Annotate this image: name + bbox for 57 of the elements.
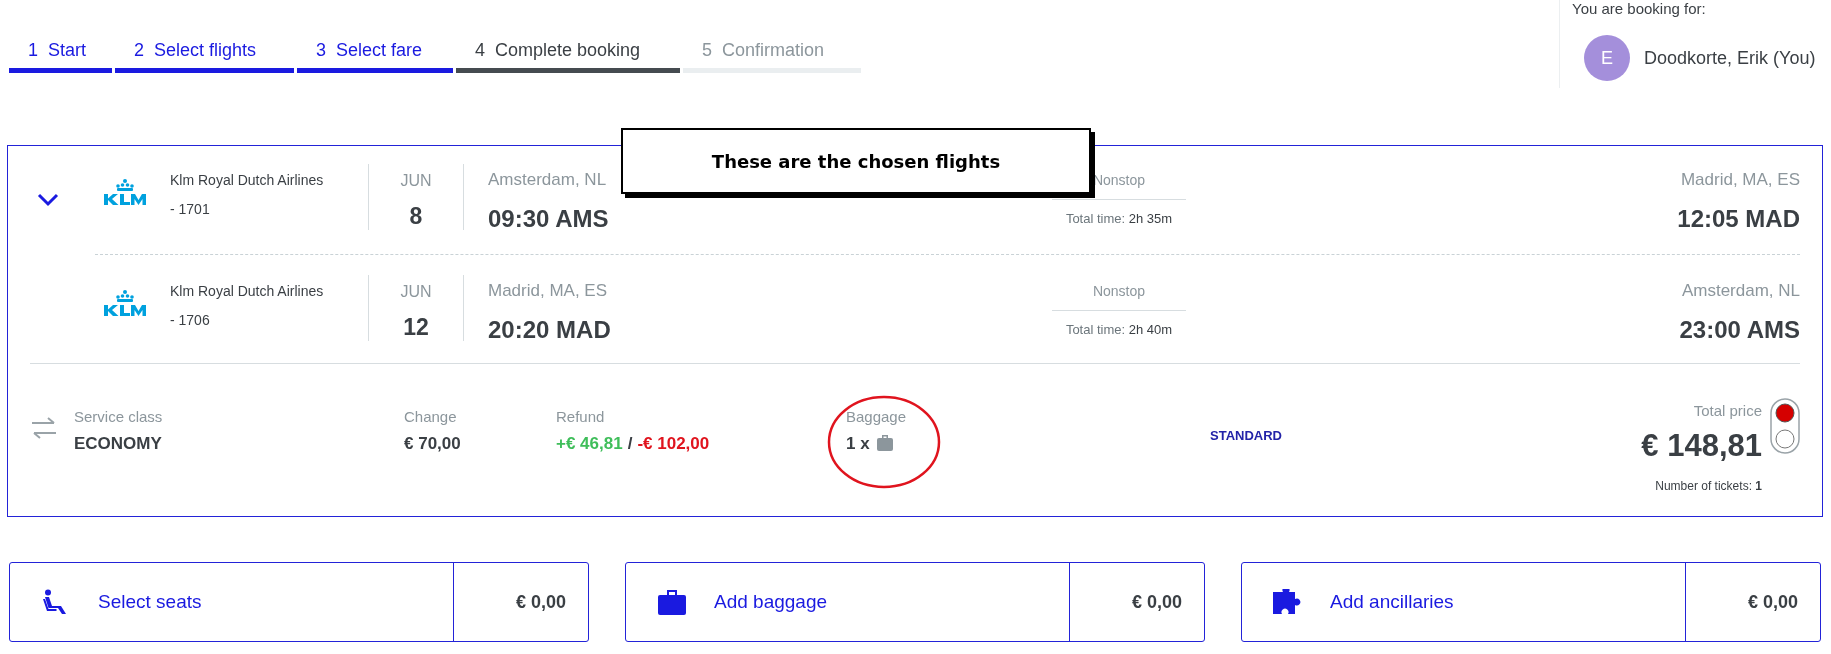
service-class: ECONOMY (74, 432, 163, 455)
suitcase-icon (657, 588, 687, 616)
total-time: Total time: 2h 35m (1065, 210, 1173, 228)
flight-number: - 1701 (170, 200, 211, 219)
suitcase-icon (875, 434, 894, 453)
refund-label: Refund (556, 407, 606, 427)
callout-text: These are the chosen flights (711, 149, 1001, 174)
baggage-label: Baggage (846, 407, 908, 427)
flight-month: JUN (400, 282, 432, 302)
extra-option-label: Add baggage (714, 589, 829, 614)
arrival-city: Amsterdam, NL (1681, 280, 1800, 302)
avatar: E (1584, 35, 1630, 81)
total-price-label: Total price (1693, 401, 1762, 421)
arrival-time: 23:00 AMS (1679, 314, 1800, 345)
extra-option-price: € 0,00 (453, 563, 588, 641)
service-class-label: Service class (74, 407, 164, 427)
step-tab[interactable]: 2 Select flights (115, 38, 294, 73)
flight-number: - 1706 (170, 311, 211, 330)
klm-logo-icon (102, 178, 148, 206)
extra-option-card[interactable]: Add baggage € 0,00 (625, 562, 1205, 642)
extra-option-card[interactable]: Add ancillaries € 0,00 (1241, 562, 1821, 642)
swap-arrows-icon (30, 415, 58, 441)
klm-logo-icon (102, 289, 148, 317)
flight-day: 12 (403, 310, 429, 345)
airline-name: Klm Royal Dutch Airlines (170, 171, 325, 190)
refund-gain: +€ 46,81 (556, 432, 623, 455)
departure-city: Madrid, MA, ES (488, 280, 609, 302)
departure-time: 20:20 MAD (488, 314, 612, 345)
fare-name: STANDARD (1210, 427, 1282, 445)
change-label: Change (404, 407, 458, 427)
traffic-light-icon (1770, 398, 1800, 454)
extra-option-label: Select seats (98, 589, 203, 614)
total-time: Total time: 2h 40m (1065, 321, 1173, 339)
extra-option-price: € 0,00 (1685, 563, 1820, 641)
booking-for-label: You are booking for: (1572, 0, 1707, 17)
change-fee: € 70,00 (404, 432, 462, 455)
extra-option-label: Add ancillaries (1330, 589, 1455, 614)
arrival-time: 12:05 MAD (1677, 203, 1800, 234)
airline-name: Klm Royal Dutch Airlines (170, 282, 325, 301)
departure-time: 09:30 AMS (488, 203, 610, 234)
flight-month: JUN (400, 171, 432, 191)
ticket-count: Number of tickets: 1 (1655, 478, 1762, 495)
refund-loss: -€ 102,00 (637, 432, 710, 455)
flight-day: 8 (409, 199, 423, 234)
refund-separator: / (627, 432, 633, 455)
arrival-city: Madrid, MA, ES (1680, 169, 1800, 191)
baggage-count: 1 x (846, 432, 870, 455)
step-tab[interactable]: 4 Complete booking (456, 38, 680, 73)
step-tab[interactable]: 1 Start (9, 38, 112, 73)
total-price: € 148,81 (1641, 426, 1762, 465)
collapse-chevron-icon[interactable] (35, 192, 61, 208)
stops-label: Nonstop (1052, 281, 1186, 311)
extra-option-price: € 0,00 (1069, 563, 1204, 641)
step-tab[interactable]: 3 Select fare (297, 38, 453, 73)
departure-city: Amsterdam, NL (488, 169, 608, 191)
traveler-name: Doodkorte, Erik (You) (1644, 46, 1816, 70)
extra-option-card[interactable]: Select seats € 0,00 (9, 562, 589, 642)
